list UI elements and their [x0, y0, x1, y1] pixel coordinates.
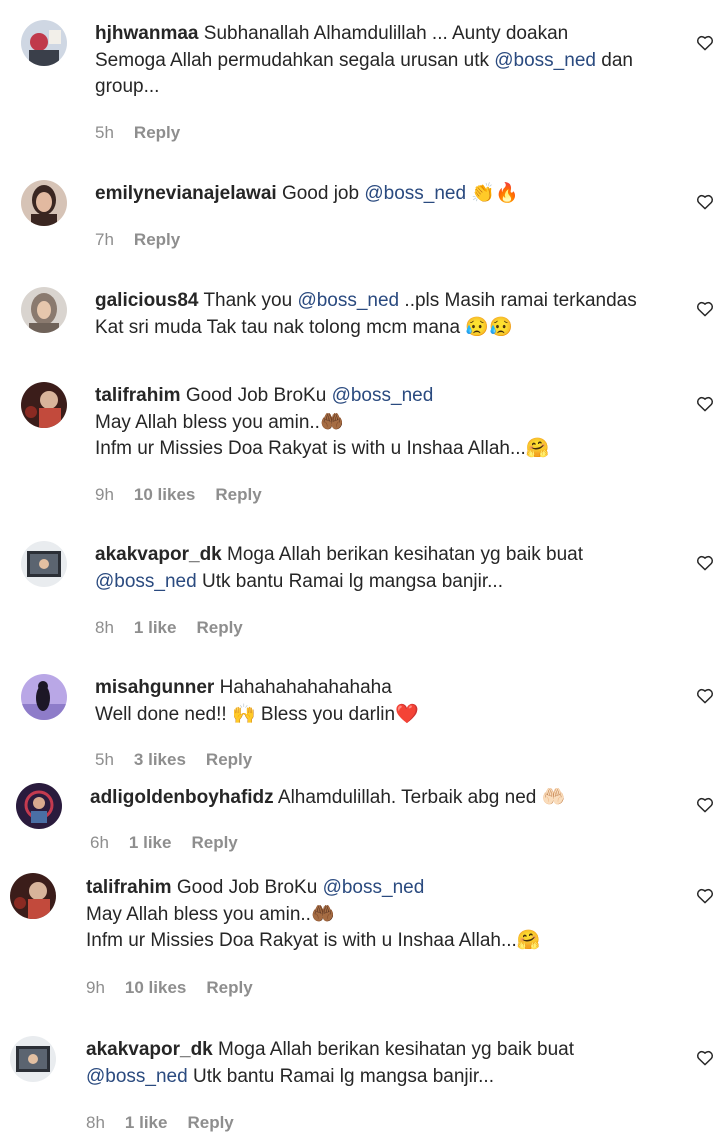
- comment-username[interactable]: talifrahim: [86, 877, 172, 898]
- comment-text: adligoldenboyhafidz Alhamdulillah. Terba…: [90, 787, 566, 808]
- avatar[interactable]: [21, 180, 67, 226]
- comment-text: akakvapor_dk Moga Allah berikan kesihata…: [95, 544, 583, 592]
- comment-username[interactable]: talifrahim: [95, 385, 181, 406]
- mention-link[interactable]: @boss_ned: [494, 50, 596, 71]
- reply-button[interactable]: Reply: [206, 750, 252, 770]
- reply-button[interactable]: Reply: [191, 833, 237, 853]
- comment-text: galicious84 Thank you @boss_ned ..pls Ma…: [95, 290, 637, 338]
- reply-button[interactable]: Reply: [187, 1113, 233, 1133]
- comment-meta: 8h 1 like Reply: [95, 618, 243, 638]
- comment-text: misahgunner Hahahahahahahaha Well done n…: [95, 677, 419, 725]
- mention-link[interactable]: @boss_ned: [95, 571, 197, 592]
- heart-outline-icon[interactable]: [696, 796, 714, 813]
- reply-button[interactable]: Reply: [206, 978, 252, 998]
- avatar[interactable]: [16, 783, 62, 829]
- likes-count[interactable]: 1 like: [125, 1113, 168, 1133]
- comment-text: talifrahim Good Job BroKu @boss_ned May …: [86, 877, 541, 951]
- avatar[interactable]: [21, 674, 67, 720]
- heart-outline-icon[interactable]: [696, 554, 714, 571]
- likes-count[interactable]: 10 likes: [134, 485, 195, 505]
- heart-outline-icon[interactable]: [696, 300, 714, 317]
- comment-time: 8h: [86, 1113, 105, 1132]
- avatar[interactable]: [21, 541, 67, 587]
- avatar[interactable]: [21, 20, 67, 66]
- avatar[interactable]: [21, 382, 67, 428]
- comment-time: 5h: [95, 123, 114, 142]
- comment-time: 9h: [95, 485, 114, 504]
- heart-outline-icon[interactable]: [696, 34, 714, 51]
- mention-link[interactable]: @boss_ned: [332, 385, 434, 406]
- comment-text: emilynevianajelawai Good job @boss_ned 👏…: [95, 183, 519, 204]
- comment-meta: 9h 10 likes Reply: [95, 485, 262, 505]
- likes-count[interactable]: 10 likes: [125, 978, 186, 998]
- comment-time: 5h: [95, 750, 114, 769]
- reply-button[interactable]: Reply: [215, 485, 261, 505]
- heart-outline-icon[interactable]: [696, 395, 714, 412]
- comment-username[interactable]: hjhwanmaa: [95, 23, 198, 44]
- comment-meta: 5h Reply: [95, 123, 180, 143]
- comment-time: 8h: [95, 618, 114, 637]
- comment-time: 7h: [95, 230, 114, 249]
- comment-meta: 5h 3 likes Reply: [95, 750, 252, 770]
- likes-count[interactable]: 1 like: [134, 618, 177, 638]
- heart-outline-icon[interactable]: [696, 687, 714, 704]
- comment-username[interactable]: galicious84: [95, 290, 199, 311]
- comment-text: hjhwanmaa Subhanallah Alhamdulillah ... …: [95, 23, 633, 97]
- comment-meta: 7h Reply: [95, 230, 180, 250]
- avatar[interactable]: [21, 287, 67, 333]
- avatar[interactable]: [10, 873, 56, 919]
- comment-username[interactable]: akakvapor_dk: [86, 1039, 213, 1060]
- reply-button[interactable]: Reply: [134, 230, 180, 250]
- heart-outline-icon[interactable]: [696, 193, 714, 210]
- comment-meta: 6h 1 like Reply: [90, 833, 238, 853]
- comment-text: talifrahim Good Job BroKu @boss_ned May …: [95, 385, 550, 459]
- avatar[interactable]: [10, 1036, 56, 1082]
- comment-username[interactable]: akakvapor_dk: [95, 544, 222, 565]
- reply-button[interactable]: Reply: [196, 618, 242, 638]
- comment-meta: 8h 1 like Reply: [86, 1113, 234, 1133]
- comment-text: akakvapor_dk Moga Allah berikan kesihata…: [86, 1039, 574, 1087]
- likes-count[interactable]: 3 likes: [134, 750, 186, 770]
- reply-button[interactable]: Reply: [134, 123, 180, 143]
- mention-link[interactable]: @boss_ned: [323, 877, 425, 898]
- mention-link[interactable]: @boss_ned: [297, 290, 399, 311]
- mention-link[interactable]: @boss_ned: [364, 183, 466, 204]
- mention-link[interactable]: @boss_ned: [86, 1066, 188, 1087]
- comment-meta: 9h 10 likes Reply: [86, 978, 253, 998]
- comment-username[interactable]: emilynevianajelawai: [95, 183, 277, 204]
- comment-username[interactable]: adligoldenboyhafidz: [90, 787, 274, 808]
- comment-time: 9h: [86, 978, 105, 997]
- comment-username[interactable]: misahgunner: [95, 677, 214, 698]
- comment-time: 6h: [90, 833, 109, 852]
- heart-outline-icon[interactable]: [696, 887, 714, 904]
- likes-count[interactable]: 1 like: [129, 833, 172, 853]
- heart-outline-icon[interactable]: [696, 1049, 714, 1066]
